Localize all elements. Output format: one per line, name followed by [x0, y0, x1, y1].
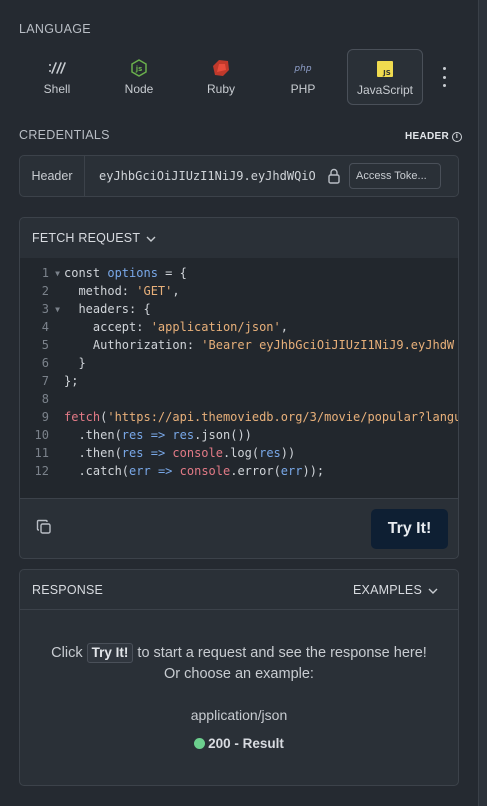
code-line: 11 .then(res => console.log(res)) [20, 444, 458, 462]
code-line: 2 method: 'GET', [20, 282, 458, 300]
line-text: Authorization: 'Bearer eyJhbGciOiJIUzI1N… [64, 338, 455, 352]
access-token-button[interactable]: Access Toke... [349, 163, 441, 189]
response-body: Click Try It! to start a request and see… [20, 610, 458, 756]
credentials-field: Header eyJhbGciOiJIUzI1NiJ9.eyJhdWQiOi..… [19, 155, 459, 197]
language-option-shell[interactable]: Shell [19, 49, 95, 105]
message-after: to start a request and see the response … [137, 645, 427, 661]
code-line: 10 .then(res => res.json()) [20, 426, 458, 444]
code-editor[interactable]: 1 ▼ const options = {2 method: 'GET', 3 ▼ he… [20, 258, 458, 498]
language-label: Ruby [206, 82, 235, 96]
line-text: .then(res => res.json()) [64, 428, 252, 442]
code-line: 12 .catch(err => console.error(err)); [20, 462, 458, 480]
javascript-icon: JS [377, 60, 393, 78]
line-text: headers: { [64, 302, 151, 316]
fetch-request-title: FETCH REQUEST [32, 231, 141, 245]
response-message: Click Try It! to start a request and see… [20, 643, 458, 664]
language-label: PHP [290, 82, 316, 96]
token-input[interactable]: eyJhbGciOiJIUzI1NiJ9.eyJhdWQiOi... [85, 169, 315, 183]
code-line: 4 accept: 'application/json', [20, 318, 458, 336]
svg-text:js: js [135, 65, 143, 73]
line-text: .then(res => console.log(res)) [64, 446, 296, 460]
code-line: 8 [20, 390, 458, 408]
code-lines: 1 ▼ const options = {2 method: 'GET', 3 ▼ he… [20, 264, 458, 480]
line-number: 1 [41, 266, 49, 280]
code-line: 3 ▼ headers: { [20, 300, 458, 318]
language-option-node[interactable]: js Node [101, 49, 177, 105]
info-icon: i [452, 131, 463, 142]
node-icon: js [131, 59, 147, 77]
code-line: 6 } [20, 354, 458, 372]
credentials-header-label: Header [20, 156, 85, 196]
language-option-ruby[interactable]: Ruby [183, 49, 259, 105]
language-label: Node [124, 82, 154, 96]
examples-dropdown[interactable]: EXAMPLES [353, 583, 438, 597]
line-number: 3 [41, 302, 49, 316]
chevron-down-icon [146, 231, 156, 245]
response-header: RESPONSE EXAMPLES [20, 570, 458, 610]
line-number: 11 [34, 446, 49, 460]
right-panel-border [478, 0, 487, 806]
line-text: .catch(err => console.error(err)); [64, 464, 325, 478]
ruby-icon [212, 59, 230, 77]
line-text: } [64, 356, 86, 370]
language-option-javascript[interactable]: JS JavaScript [347, 49, 423, 105]
result-label: 200 - Result [208, 736, 284, 751]
fold-arrow-icon[interactable]: ▼ [51, 269, 64, 278]
example-result[interactable]: 200 - Result [194, 733, 284, 754]
line-number: 8 [41, 392, 49, 406]
line-number: 12 [34, 464, 49, 478]
language-label: JavaScript [356, 83, 414, 97]
line-number: 2 [41, 284, 49, 298]
message-line2: Or choose an example: [164, 666, 314, 682]
shell-icon [48, 59, 66, 77]
php-icon: php [293, 59, 313, 77]
code-line: 1 ▼ const options = { [20, 264, 458, 282]
lock-icon [327, 168, 341, 184]
copy-icon[interactable] [36, 519, 52, 535]
mime-type: application/json [190, 707, 288, 723]
response-panel: RESPONSE EXAMPLES Click Try It! to start… [19, 569, 459, 786]
examples-label: EXAMPLES [353, 582, 422, 597]
line-number: 9 [41, 410, 49, 424]
chevron-down-icon [428, 583, 438, 597]
header-badge[interactable]: HEADER i [405, 131, 463, 142]
line-number: 4 [41, 320, 49, 334]
code-line: 5 Authorization: 'Bearer eyJhbGciOiJIUzI… [20, 336, 458, 354]
line-text: const options = { [64, 266, 187, 280]
code-line: 7}; [20, 372, 458, 390]
svg-text:JS: JS [382, 69, 391, 77]
fetch-request-toggle[interactable]: FETCH REQUEST [20, 218, 458, 258]
line-number: 10 [34, 428, 49, 442]
svg-text:php: php [293, 64, 311, 74]
language-option-php[interactable]: php PHP [265, 49, 341, 105]
line-text: }; [64, 374, 79, 388]
line-number: 6 [41, 356, 49, 370]
credentials-section-label: CREDENTIALS [19, 128, 110, 142]
try-it-button[interactable]: Try It! [371, 509, 448, 549]
language-section-label: LANGUAGE [19, 22, 91, 36]
line-text: accept: 'application/json', [64, 320, 288, 334]
message-before: Click [51, 645, 83, 661]
fetch-request-footer: Try It! [20, 498, 458, 558]
inline-try-it-button[interactable]: Try It! [86, 643, 134, 663]
status-dot [194, 738, 206, 749]
line-text: method: 'GET', [64, 284, 180, 298]
line-number: 7 [41, 374, 49, 388]
language-label: Shell [43, 82, 71, 96]
header-badge-label: HEADER [405, 131, 450, 142]
more-vertical-icon[interactable] [439, 67, 449, 87]
line-text: fetch('https://api.themoviedb.org/3/movi… [64, 410, 458, 424]
code-line: 9 fetch('https://api.themoviedb.org/3/mov… [20, 408, 458, 426]
response-title: RESPONSE [32, 582, 104, 597]
line-number: 5 [41, 338, 49, 352]
fold-arrow-icon[interactable]: ▼ [51, 305, 64, 314]
fetch-request-panel: FETCH REQUEST 1 ▼ const options = {2 metho… [19, 217, 459, 559]
language-picker: Shell js Node Ruby php PHP JS JavaScript [19, 49, 459, 105]
